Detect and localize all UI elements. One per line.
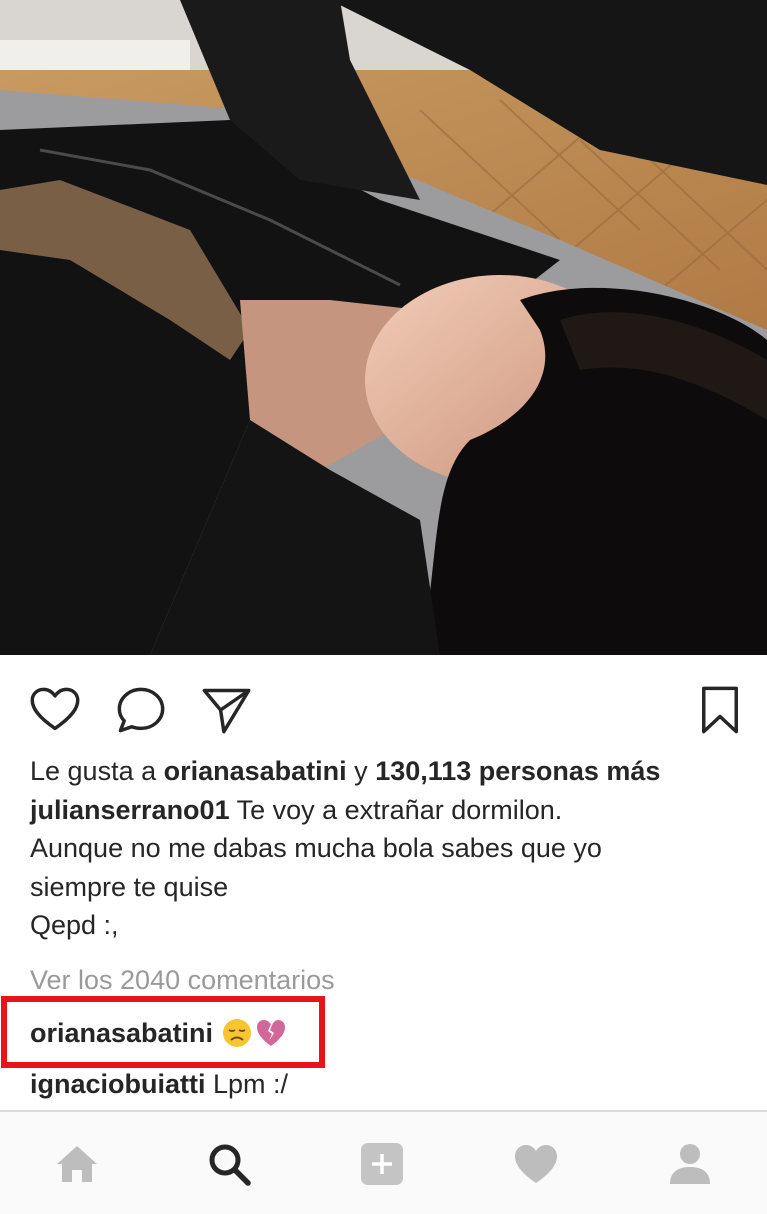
- add-icon: [361, 1143, 403, 1185]
- comment-item: orianasabatini: [30, 1017, 287, 1049]
- share-button[interactable]: [198, 682, 254, 738]
- paper-plane-icon: [202, 688, 251, 734]
- search-icon: [209, 1144, 251, 1186]
- caption-author[interactable]: julianserrano01: [30, 795, 230, 825]
- caption-text-line3: siempre te quise: [30, 871, 229, 902]
- home-icon: [57, 1146, 97, 1182]
- post-action-bar: [0, 660, 767, 752]
- view-all-comments-link[interactable]: Ver los 2040 comentarios: [30, 965, 335, 996]
- comment-item: ignaciobuiatti Lpm :/: [30, 1069, 288, 1100]
- likes-count[interactable]: 130,113 personas más: [375, 756, 660, 786]
- speech-bubble-icon: [117, 687, 165, 733]
- likes-summary[interactable]: Le gusta a orianasabatini y 130,113 pers…: [30, 752, 750, 791]
- caption-text-line2: Aunque no me dabas mucha bola sabes que …: [30, 833, 602, 863]
- broken-heart-emoji: [257, 1020, 286, 1046]
- profile-icon: [670, 1144, 710, 1184]
- comment-author[interactable]: orianasabatini: [30, 1018, 213, 1049]
- liker-username[interactable]: orianasabatini: [164, 756, 347, 786]
- caption-text-line1: Te voy a extrañar dormilon.: [229, 794, 563, 825]
- post-details: Le gusta a orianasabatini y 130,113 pers…: [30, 752, 750, 945]
- caption: julianserrano01 Te voy a extrañar dormil…: [30, 791, 750, 830]
- nav-activity[interactable]: [510, 1138, 562, 1190]
- disappointed-face-emoji: [223, 1019, 252, 1047]
- save-button[interactable]: [692, 682, 748, 738]
- bookmark-icon: [702, 686, 738, 734]
- post-photo-image: [0, 0, 767, 655]
- nav-search[interactable]: [203, 1138, 255, 1190]
- nav-add[interactable]: [356, 1138, 408, 1190]
- comment-button[interactable]: [113, 682, 169, 738]
- comment-text: Lpm :/: [205, 1069, 289, 1099]
- heart-outline-icon: [30, 687, 80, 731]
- like-button[interactable]: [27, 682, 83, 738]
- bottom-navigation: [0, 1110, 767, 1214]
- caption-text-line4: Qepd :,: [30, 910, 119, 940]
- nav-home[interactable]: [51, 1138, 103, 1190]
- nav-profile[interactable]: [664, 1138, 716, 1190]
- activity-heart-icon: [515, 1145, 557, 1183]
- comment-author[interactable]: ignaciobuiatti: [30, 1069, 206, 1099]
- post-photo[interactable]: [0, 0, 767, 655]
